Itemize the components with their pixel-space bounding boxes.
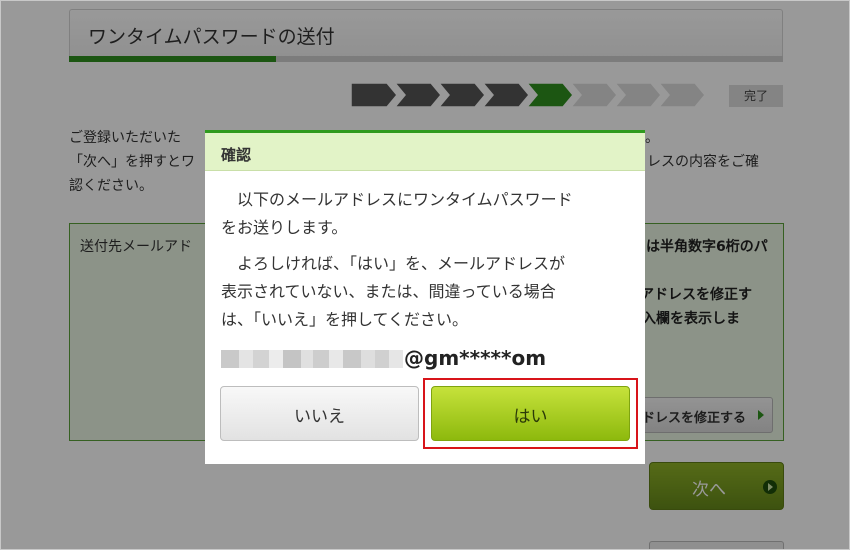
- no-button-label: いいえ: [294, 407, 345, 427]
- email-mask: [253, 350, 269, 368]
- email-mask: [389, 350, 403, 368]
- no-button[interactable]: いいえ: [220, 386, 419, 441]
- dialog-text-line: をお送りします。: [221, 218, 348, 237]
- email-mask: [221, 350, 239, 368]
- dialog-text-line: 以下のメールアドレスにワンタイムパスワード: [221, 190, 573, 209]
- dialog-text-line: 表示されていない、または、間違っている場合: [221, 282, 556, 301]
- dialog-text-line: は、「いいえ」を押してください。: [221, 310, 469, 329]
- email-mask: [301, 350, 313, 368]
- email-mask: [361, 350, 375, 368]
- email-mask: [283, 350, 301, 368]
- email-mask: [313, 350, 329, 368]
- email-visible-part: @gm*****om: [404, 346, 547, 370]
- dialog-header: 確認: [205, 130, 645, 171]
- email-mask: [343, 350, 361, 368]
- page: ワンタイムパスワードの送付 完了 ご登録いただいた 。 「次へ」を押すとワ レス…: [0, 0, 850, 550]
- dialog-text-line: よろしければ、「はい」を、メールアドレスが: [221, 254, 566, 273]
- dialog-title: 確認: [221, 146, 252, 164]
- email-mask: [329, 350, 343, 368]
- email-mask: [269, 350, 283, 368]
- yes-button[interactable]: はい: [431, 386, 630, 441]
- email-mask: [375, 350, 389, 368]
- yes-button-label: はい: [513, 407, 548, 427]
- email-mask: [239, 350, 253, 368]
- confirm-dialog: 確認 以下のメールアドレスにワンタイムパスワード をお送りします。 よろしければ…: [205, 130, 645, 464]
